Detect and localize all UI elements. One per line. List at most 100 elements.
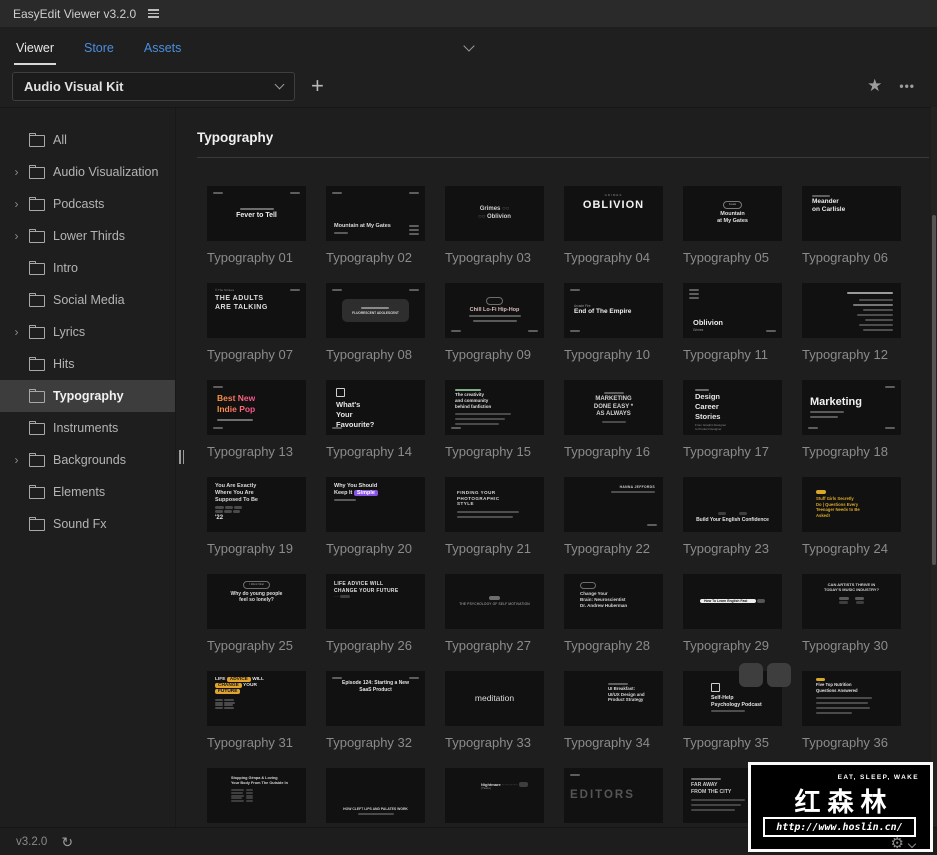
gear-icon[interactable]: ⚙ [891,836,904,851]
favorite-star-icon[interactable]: ★ [867,76,882,96]
thumbnail[interactable]: Why You Should Keep It Simple [326,477,425,532]
grid-item-19[interactable]: You Are Exactly Where You Are Supposed To … [207,477,306,574]
thumbnail[interactable]: Oblivion Grimes [683,283,782,338]
thumbnail[interactable]: You Are Exactly Where You Are Supposed To … [207,477,306,532]
sidebar-item-backgrounds[interactable]: › Backgrounds [0,444,175,476]
grid-item-39[interactable]: Nightmare ············ (Tiesto) [445,768,544,828]
grid-item-26[interactable]: LIFE ADVICE WILL CHANGE YOUR FUTURE —— Typ… [326,574,425,671]
grid-item-32[interactable]: Episode 124: Starting a New SaaS Product … [326,671,425,768]
grid-item-5[interactable]: Foals Mountain at My Gates Typography 05 [683,186,782,283]
grid-item-3[interactable]: Grimes ○○ ○○ Oblivion Typography 03 [445,186,544,283]
sidebar-item-audio-visualization[interactable]: › Audio Visualization [0,156,175,188]
grid-item-25[interactable]: I Went Viral Why do young people feel so l… [207,574,306,671]
grid-item-1[interactable]: Fever to Tell Typography 01 [207,186,306,283]
thumbnail[interactable]: Mountain at My Gates [326,186,425,241]
settings-chevron-icon[interactable] [907,839,917,848]
thumbnail[interactable]: Episode 124: Starting a New SaaS Product [326,671,425,726]
tab-store[interactable]: Store [82,32,116,65]
sidebar-item-lower-thirds[interactable]: › Lower Thirds [0,220,175,252]
thumbnail[interactable]: MARKETING DONE EASY * AS ALWAYS [564,380,663,435]
grid-item-31[interactable]: LIFE ADVICE WILL CHANGE YOUR FUTURE Typogr… [207,671,306,768]
thumbnail[interactable]: Chill Lo-Fi Hip-Hop [445,283,544,338]
grid-item-24[interactable]: Stuff Girls Secretly Do | Questions Every… [802,477,901,574]
grid-item-38[interactable]: HOW CLEFT LIPS AND PALATES WORK [326,768,425,828]
grid-item-18[interactable]: Marketing Typography 18 [802,380,901,477]
thumbnail[interactable]: GRIMES OBLIVION [564,186,663,241]
thumbnail[interactable]: Nightmare ············ (Tiesto) [445,768,544,823]
expand-chevron-icon[interactable]: › [12,229,21,243]
sidebar-item-social-media[interactable]: Social Media [0,284,175,316]
grid-item-20[interactable]: Why You Should Keep It Simple Typography … [326,477,425,574]
grid-item-11[interactable]: Oblivion Grimes Typography 11 [683,283,782,380]
thumbnail[interactable]: CAN ARTISTS THRIVE IN TODAY'S MUSIC INDUS… [802,574,901,629]
more-options-icon[interactable]: ••• [899,79,915,93]
panel-collapse-chevron-icon[interactable] [462,37,475,55]
thumbnail[interactable]: FLUORESCENT ADOLESCENT [326,283,425,338]
grid-item-9[interactable]: Chill Lo-Fi Hip-Hop Typography 09 [445,283,544,380]
grid-item-35[interactable]: Self-Help Psychology Podcast Typography 3… [683,663,791,768]
thumbnail[interactable]: How To Learn English Fast [683,574,782,629]
thumbnail[interactable]: Stopping Génpa & Loving Your Body From Th… [207,768,306,823]
thumbnail[interactable]: What's Your Favourite? [326,380,425,435]
thumbnail[interactable]: FINDING YOUR PHOTOGRAPHIC STYLE [445,477,544,532]
grid-item-27[interactable]: THE PSYCHOLOGY OF SELF MOTIVATION Typogr… [445,574,544,671]
thumbnail[interactable]: © The Strokes THE ADULTS ARE TALKING [207,283,306,338]
thumbnail[interactable]: Change Your Brain: Neuroscientist Dr. Andr… [564,574,663,629]
grid-item-16[interactable]: MARKETING DONE EASY * AS ALWAYS Typography… [564,380,663,477]
thumbnail[interactable]: Marketing [802,380,901,435]
scrollbar-track[interactable] [931,107,937,828]
sidebar-item-intro[interactable]: Intro [0,252,175,284]
sidebar-item-lyrics[interactable]: › Lyrics [0,316,175,348]
grid-item-29[interactable]: How To Learn English Fast Typography 29 [683,574,782,671]
thumbnail[interactable] [802,283,901,338]
thumbnail[interactable]: HOW CLEFT LIPS AND PALATES WORK [326,768,425,823]
sidebar-item-sound-fx[interactable]: Sound Fx [0,508,175,540]
grid-item-15[interactable]: The creativity and community behind fanfic… [445,380,544,477]
thumbnail[interactable]: Arcade Fire End of The Empire [564,283,663,338]
tab-viewer[interactable]: Viewer [14,32,56,65]
expand-chevron-icon[interactable]: › [12,325,21,339]
thumbnail[interactable]: Best New Indie Pop [207,380,306,435]
grid-item-37[interactable]: Stopping Génpa & Loving Your Body From Th… [207,768,306,828]
grid-item-2[interactable]: Mountain at My Gates Typography 02 [326,186,425,283]
sidebar-item-instruments[interactable]: Instruments [0,412,175,444]
refresh-icon[interactable]: ↻ [61,835,73,849]
thumbnail[interactable]: EDITORS [564,768,663,823]
thumbnail[interactable]: THE PSYCHOLOGY OF SELF MOTIVATION [445,574,544,629]
grid-item-6[interactable]: Meander on Carlisle Typography 06 [802,186,901,283]
expand-chevron-icon[interactable]: › [12,165,21,179]
grid-item-36[interactable]: Five Top Nutrition Questions Answered Typ… [802,671,901,768]
grid-item-10[interactable]: Arcade Fire End of The Empire Typography … [564,283,663,380]
thumbnail[interactable]: The creativity and community behind fanfic… [445,380,544,435]
sidebar-item-elements[interactable]: Elements [0,476,175,508]
grid-item-4[interactable]: GRIMES OBLIVION Typography 04 [564,186,663,283]
expand-chevron-icon[interactable]: › [12,197,21,211]
sidebar-item-all[interactable]: All [0,124,175,156]
thumbnail[interactable]: Five Top Nutrition Questions Answered [802,671,901,726]
add-kit-button[interactable]: + [311,75,324,97]
settings-cluster[interactable]: ⚙ [891,836,917,851]
grid-item-22[interactable]: HANNA JEFFORDS Typography 22 [564,477,663,574]
grid-item-40[interactable]: EDITORS [564,768,663,828]
thumbnail[interactable]: Stuff Girls Secretly Do | Questions Every… [802,477,901,532]
thumbnail[interactable]: HANNA JEFFORDS [564,477,663,532]
sidebar-item-typography[interactable]: Typography [0,380,175,412]
thumbnail[interactable]: I Went Viral Why do young people feel so l… [207,574,306,629]
kit-select-dropdown[interactable]: Audio Visual Kit [12,71,295,101]
grid-item-7[interactable]: © The Strokes THE ADULTS ARE TALKING Typog… [207,283,306,380]
thumbnail[interactable]: Fever to Tell [207,186,306,241]
grid-item-12[interactable]: Typography 12 [802,283,901,380]
thumbnail[interactable]: Meander on Carlisle [802,186,901,241]
grid-item-30[interactable]: CAN ARTISTS THRIVE IN TODAY'S MUSIC INDUS… [802,574,901,671]
grid-item-34[interactable]: UI Breakfast: UI/UX Design and Product Str… [564,671,663,768]
grid-item-23[interactable]: Build Your English Confidence Typography… [683,477,782,574]
grid-item-17[interactable]: Design Career Stories From Graphic Designer… [683,380,782,477]
sidebar-item-podcasts[interactable]: › Podcasts [0,188,175,220]
grid-item-33[interactable]: meditation Typography 33 [445,671,544,768]
grid-item-8[interactable]: FLUORESCENT ADOLESCENT Typography 08 [326,283,425,380]
grid-item-21[interactable]: FINDING YOUR PHOTOGRAPHIC STYLE Typography… [445,477,544,574]
menu-icon[interactable] [148,9,160,18]
tab-assets[interactable]: Assets [142,32,184,65]
thumbnail[interactable]: meditation [445,671,544,726]
thumbnail[interactable]: LIFE ADVICE WILL CHANGE YOUR FUTURE —— [326,574,425,629]
